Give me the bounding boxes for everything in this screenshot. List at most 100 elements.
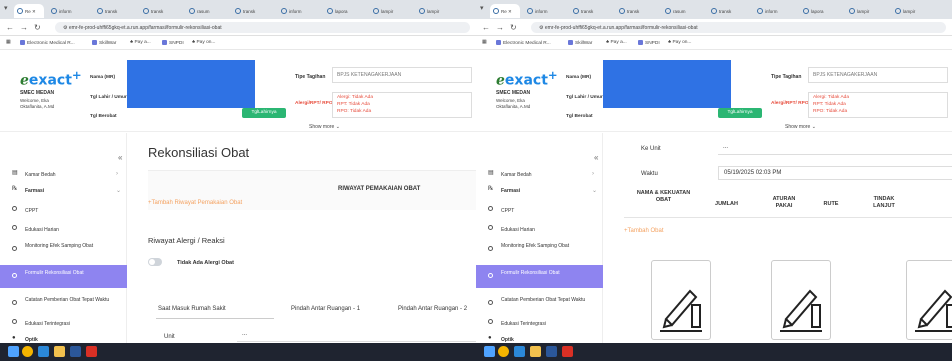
chevron-down-icon: ⌄ (116, 188, 122, 194)
browser-tab[interactable]: rasum (186, 4, 230, 18)
browser-tab[interactable]: transk (94, 4, 138, 18)
forward-arrow-icon[interactable]: → (20, 23, 28, 32)
sidebar-item-kamar-bedah[interactable]: ▤ Kamar Bedah › (476, 170, 603, 180)
browser-tab[interactable]: inform (278, 4, 322, 18)
show-more-link[interactable]: Show more ⌄ (309, 124, 340, 130)
circle-icon (12, 225, 19, 232)
collapse-sidebar-icon[interactable]: « (594, 153, 598, 162)
tab-pindah-2[interactable]: Pindah Antar Ruangan - 2 (398, 306, 467, 312)
browser-tab[interactable]: transk (140, 4, 184, 18)
no-allergy-toggle[interactable] (148, 258, 162, 266)
sidebar-item-kamar-bedah[interactable]: ▤ Kamar Bedah › (0, 170, 127, 180)
browser-tab[interactable]: inform (754, 4, 798, 18)
unit-field[interactable]: ... (237, 328, 476, 342)
url-field[interactable]: ⚙ emr-fe-prod-uhffi65gkq-et.a.run.app/fa… (55, 22, 470, 33)
reload-icon[interactable]: ↻ (34, 23, 41, 32)
bookmark-item[interactable]: SNPDI (162, 40, 184, 46)
add-obat-link[interactable]: +Tambah Obat (624, 228, 664, 234)
chrome-icon[interactable] (22, 346, 33, 357)
collapse-sidebar-icon[interactable]: « (118, 153, 122, 162)
bookmark-item[interactable]: ♣ Pay on... (668, 40, 691, 45)
bookmark-item[interactable]: ♣ Pay a... (130, 40, 151, 45)
app-logo: ℯexact+ (496, 68, 558, 89)
browser-tab-active[interactable]: Re ✕ (490, 4, 520, 18)
signature-pad[interactable] (651, 260, 711, 340)
sidebar-item-edukasi-terintegrasi[interactable]: Edukasi Terintegrasi (476, 319, 603, 329)
chrome-icon[interactable] (498, 346, 509, 357)
browser-tab[interactable]: lampir (892, 4, 936, 18)
browser-tab[interactable]: lampir (370, 4, 414, 18)
sidebar-item-formulir-rekonsiliasi[interactable]: Formulir Rekonsiliasi Obat (0, 265, 127, 288)
sidebar-item-cppt[interactable]: CPPT (0, 206, 127, 216)
browser-tab[interactable]: transk (232, 4, 276, 18)
browser-tab[interactable]: lapora (324, 4, 368, 18)
tab-favicon-icon (849, 8, 855, 14)
taskbar (0, 343, 476, 361)
bookmark-icon (638, 40, 643, 45)
sidebar-item-cppt[interactable]: CPPT (476, 206, 603, 216)
signature-pad[interactable] (906, 260, 952, 340)
tab-favicon-icon (143, 8, 149, 14)
app-icon[interactable] (514, 346, 525, 357)
reload-icon[interactable]: ↻ (510, 23, 517, 32)
tab-list-icon[interactable]: ▾ (4, 4, 8, 12)
sidebar-item-catatan-pemberian[interactable]: Catatan Pemberian Obat Tepat Waktu (0, 295, 127, 313)
bookmark-item[interactable]: SkillWar (92, 40, 116, 46)
browser-tabbar: ▾ Re ✕ inform transk transk rasum transk… (0, 0, 476, 19)
file-explorer-icon[interactable] (54, 346, 65, 357)
apps-grid-icon[interactable]: ▦ (6, 40, 11, 45)
show-more-link[interactable]: Show more ⌄ (785, 124, 816, 130)
url-field[interactable]: ⚙ emr-fe-prod-uhffi65gkq-et.a.run.app/fa… (531, 22, 946, 33)
browser-tab[interactable]: rasum (662, 4, 706, 18)
bookmark-item[interactable]: Electronic Medical R... (496, 40, 551, 46)
signature-pad[interactable] (771, 260, 831, 340)
browser-tab[interactable]: lapora (800, 4, 844, 18)
sidebar-item-monitoring[interactable]: Monitoring Efek Samping Obat (476, 241, 603, 259)
tipe-tagihan-value: BPJS KETENAGAKERJAAN (332, 67, 472, 83)
sidebar-item-farmasi[interactable]: ℞ Farmasi ⌄ (0, 186, 127, 196)
forward-arrow-icon[interactable]: → (496, 23, 504, 32)
ke-unit-field[interactable]: ... (718, 141, 952, 155)
sidebar-item-edukasi-terintegrasi[interactable]: Edukasi Terintegrasi (0, 319, 127, 329)
browser-tab[interactable]: transk (570, 4, 614, 18)
browser-tab[interactable]: lampir (846, 4, 890, 18)
browser-tab[interactable]: transk (616, 4, 660, 18)
file-explorer-icon[interactable] (530, 346, 541, 357)
apps-grid-icon[interactable]: ▦ (482, 40, 487, 45)
windows-start-icon[interactable] (8, 346, 19, 357)
tab-list-icon[interactable]: ▾ (480, 4, 484, 12)
app-icon[interactable] (38, 346, 49, 357)
sidebar-item-edukasi-harian[interactable]: Edukasi Harian (476, 225, 603, 235)
waktu-field[interactable]: 05/19/2025 02:03 PM (718, 166, 952, 180)
sidebar-item-monitoring[interactable]: Monitoring Efek Samping Obat (0, 241, 127, 259)
tab-pindah-1[interactable]: Pindah Antar Ruangan - 1 (291, 306, 360, 312)
tgl-lahir-button[interactable]: TglLahirnya (718, 108, 762, 118)
tab-favicon-icon (189, 8, 195, 14)
sidebar-item-formulir-rekonsiliasi[interactable]: Formulir Rekonsiliasi Obat (476, 265, 603, 288)
windows-start-icon[interactable] (484, 346, 495, 357)
browser-tab[interactable]: transk (708, 4, 752, 18)
bookmark-item[interactable]: SNPDI (638, 40, 660, 46)
bookmark-item[interactable]: Electronic Medical R... (20, 40, 75, 46)
pdf-reader-icon[interactable] (562, 346, 573, 357)
bookmark-item[interactable]: ♣ Pay on... (192, 40, 215, 45)
sidebar-item-farmasi[interactable]: ℞ Farmasi ⌄ (476, 186, 603, 196)
sidebar: « ▤ Kamar Bedah › ℞ Farmasi ⌄ CPPT Edukasi H… (0, 133, 127, 343)
back-arrow-icon[interactable]: ← (6, 23, 14, 32)
add-riwayat-link[interactable]: +Tambah Riwayat Pemakaian Obat (148, 200, 242, 206)
bookmark-item[interactable]: SkillWar (568, 40, 592, 46)
tgl-lahir-button[interactable]: TglLahirnya (242, 108, 286, 118)
word-icon[interactable] (546, 346, 557, 357)
tab-saat-masuk[interactable]: Saat Masuk Rumah Sakit (158, 306, 226, 312)
sidebar-item-catatan-pemberian[interactable]: Catatan Pemberian Obat Tepat Waktu (476, 295, 603, 313)
browser-tab[interactable]: lampir (416, 4, 460, 18)
browser-tab[interactable]: inform (48, 4, 92, 18)
back-arrow-icon[interactable]: ← (482, 23, 490, 32)
browser-tab-active[interactable]: Re ✕ (14, 4, 44, 18)
sidebar-item-edukasi-harian[interactable]: Edukasi Harian (0, 225, 127, 235)
browser-tab[interactable]: inform (524, 4, 568, 18)
word-icon[interactable] (70, 346, 81, 357)
no-allergy-label: Tidak Ada Alergi Obat (177, 260, 234, 266)
bookmark-item[interactable]: ♣ Pay a... (606, 40, 627, 45)
pdf-reader-icon[interactable] (86, 346, 97, 357)
